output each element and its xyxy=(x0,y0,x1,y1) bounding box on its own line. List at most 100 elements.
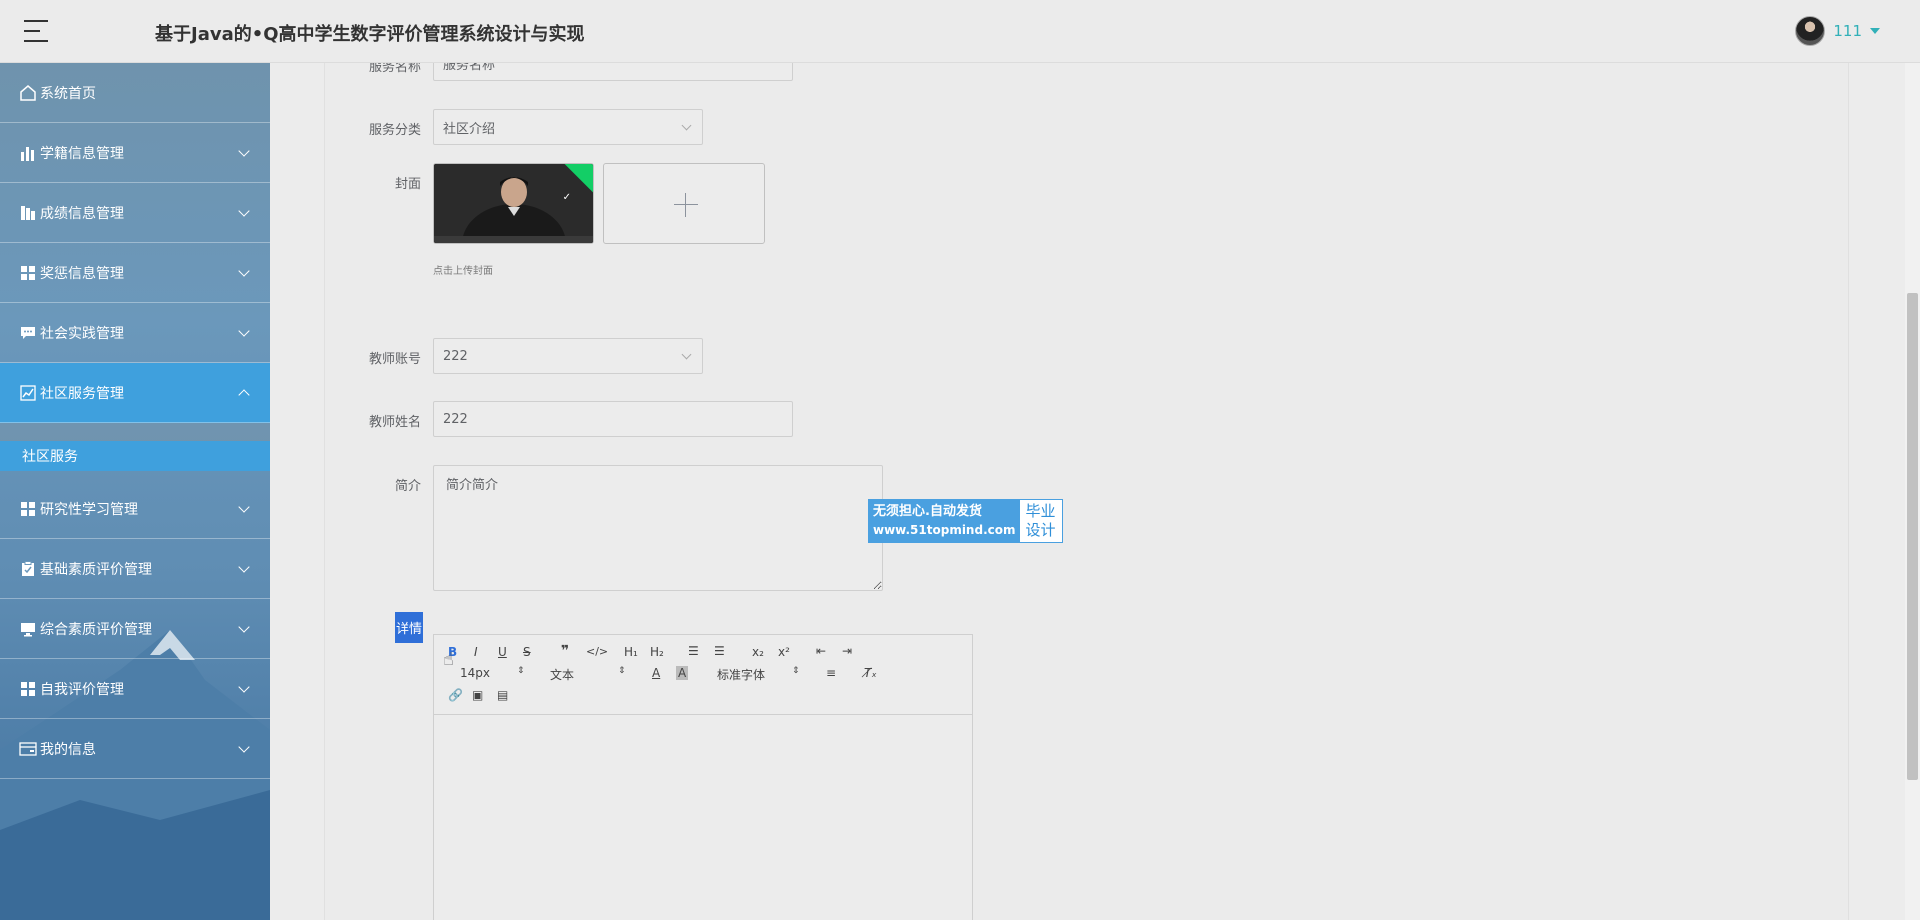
user-menu[interactable]: 111 xyxy=(1795,16,1880,46)
sidebar-item-home[interactable]: 系统首页 xyxy=(0,63,270,123)
menu-toggle-icon[interactable] xyxy=(24,20,50,42)
plus-icon-stroke xyxy=(685,193,686,217)
sidebar-item-research-learning[interactable]: 研究性学习管理 xyxy=(0,479,270,539)
chevron-down-icon xyxy=(238,621,250,633)
sidebar: 系统首页 学籍信息管理 成绩信息管理 奖惩信息管理 社会实践管理 社区服务管理 xyxy=(0,63,270,920)
sidebar-item-label: 系统首页 xyxy=(40,85,96,102)
detail-label: 详情 xyxy=(395,612,423,643)
top-header: 基于Java的•Q高中学生数字评价管理系统设计与实现 111 xyxy=(0,0,1920,63)
video-icon[interactable]: ▤ xyxy=(497,688,508,702)
sidebar-item-label: 社会实践管理 xyxy=(40,325,124,342)
category-select[interactable]: 社区介绍 xyxy=(433,109,703,145)
hand-cursor-icon: ☝ xyxy=(443,649,454,670)
teacher-account-select[interactable]: 222 xyxy=(433,338,703,374)
chevron-down-icon xyxy=(681,120,692,131)
check-icon: ✓ xyxy=(562,192,571,203)
font-size-select[interactable]: 14px xyxy=(460,666,490,680)
chevron-down-icon xyxy=(238,265,250,277)
sidebar-item-community-service[interactable]: 社区服务管理 xyxy=(0,363,270,423)
code-icon[interactable]: </> xyxy=(586,645,608,658)
ad-badge: 毕业 设计 xyxy=(1020,500,1062,542)
chevron-down-icon xyxy=(238,325,250,337)
ad-watermark: 无须担心.自动发货 www.51topmind.com 毕业 设计 xyxy=(868,499,1063,543)
rich-text-editor: B I U S ❞ </> H₁ H₂ ☰ ☰ x₂ x² ⇤ ⇥ 14px ⇕… xyxy=(433,634,973,920)
bullet-list-icon[interactable]: ☰ xyxy=(714,644,725,658)
strike-button[interactable]: S xyxy=(523,645,531,659)
superscript-button[interactable]: x² xyxy=(778,645,790,659)
chevron-up-icon xyxy=(238,389,250,401)
ad-badge-line2: 设计 xyxy=(1025,521,1056,539)
sidebar-item-self-evaluation[interactable]: 自我评价管理 xyxy=(0,659,270,719)
chat-icon xyxy=(18,323,38,343)
chevron-down-icon xyxy=(238,561,250,573)
chevron-down-icon xyxy=(238,205,250,217)
category-value: 社区介绍 xyxy=(443,121,496,137)
main-content: 服务名称 服务名称 服务分类 社区介绍 封面 ✓ 点击上传封面 教师账号 222… xyxy=(270,63,1905,920)
ad-badge-line1: 毕业 xyxy=(1025,502,1056,520)
ordered-list-icon[interactable]: ☰ xyxy=(688,644,699,658)
outdent-icon[interactable]: ⇤ xyxy=(816,644,826,658)
sidebar-subitem-community-service[interactable]: 社区服务 xyxy=(0,441,270,471)
cover-thumbnail[interactable]: ✓ xyxy=(433,163,594,244)
home-icon xyxy=(18,83,38,103)
sidebar-item-label: 研究性学习管理 xyxy=(40,501,138,518)
clipboard-icon xyxy=(18,559,38,579)
updown-icon: ⇕ xyxy=(792,666,800,676)
background-color-button[interactable]: A xyxy=(676,666,689,680)
sidebar-item-label: 综合素质评价管理 xyxy=(40,621,152,638)
plus-icon xyxy=(674,204,698,205)
updown-icon: ⇕ xyxy=(618,666,626,676)
underline-button[interactable]: U xyxy=(498,645,507,659)
user-name[interactable]: 111 xyxy=(1833,22,1862,40)
cover-upload-button[interactable] xyxy=(603,163,765,244)
scrollbar-thumb[interactable] xyxy=(1907,293,1918,780)
intro-textarea[interactable]: 简介简介 xyxy=(433,465,883,591)
link-icon[interactable]: 🔗 xyxy=(448,688,463,702)
clear-format-icon[interactable]: T̸ₓ xyxy=(864,666,877,680)
sidebar-item-comprehensive-quality[interactable]: 综合素质评价管理 xyxy=(0,599,270,659)
teacher-account-value: 222 xyxy=(443,348,468,364)
font-family-select[interactable]: 标准字体 xyxy=(717,666,765,683)
sidebar-item-rewards[interactable]: 奖惩信息管理 xyxy=(0,243,270,303)
blockquote-icon[interactable]: ❞ xyxy=(561,643,569,659)
sidebar-item-label: 我的信息 xyxy=(40,741,96,758)
ad-line2: www.51topmind.com xyxy=(873,523,1016,537)
sidebar-item-label: 社区服务管理 xyxy=(40,385,124,402)
text-type-select[interactable]: 文本 xyxy=(550,666,574,683)
teacher-name-input[interactable]: 222 xyxy=(433,401,793,437)
sidebar-item-label: 学籍信息管理 xyxy=(40,145,124,162)
page-scrollbar[interactable] xyxy=(1905,63,1920,920)
sidebar-menu: 系统首页 学籍信息管理 成绩信息管理 奖惩信息管理 社会实践管理 社区服务管理 xyxy=(0,63,270,779)
ad-text: 无须担心.自动发货 www.51topmind.com xyxy=(869,500,1020,542)
service-name-input[interactable]: 服务名称 xyxy=(433,63,793,81)
subscript-button[interactable]: x₂ xyxy=(752,645,764,659)
sidebar-item-label: 自我评价管理 xyxy=(40,681,124,698)
sidebar-item-student-records[interactable]: 学籍信息管理 xyxy=(0,123,270,183)
avatar[interactable] xyxy=(1795,16,1826,46)
chevron-down-icon xyxy=(238,681,250,693)
caret-down-icon[interactable] xyxy=(1870,28,1880,34)
sidebar-item-my-info[interactable]: 我的信息 xyxy=(0,719,270,779)
editor-toolbar: B I U S ❞ </> H₁ H₂ ☰ ☰ x₂ x² ⇤ ⇥ 14px ⇕… xyxy=(434,635,972,715)
teacher-account-label: 教师账号 xyxy=(368,352,421,367)
sidebar-item-basic-quality[interactable]: 基础素质评价管理 xyxy=(0,539,270,599)
card-icon xyxy=(18,739,38,759)
indent-icon[interactable]: ⇥ xyxy=(842,644,852,658)
sidebar-item-label: 基础素质评价管理 xyxy=(40,561,152,578)
image-icon[interactable]: ▣ xyxy=(472,688,483,702)
font-color-button[interactable]: A xyxy=(652,666,660,680)
chevron-down-icon xyxy=(238,501,250,513)
intro-label: 简介 xyxy=(394,479,421,494)
form-panel: 服务名称 服务名称 服务分类 社区介绍 封面 ✓ 点击上传封面 教师账号 222… xyxy=(324,63,1849,920)
bar-chart-icon xyxy=(18,143,38,163)
italic-button[interactable]: I xyxy=(474,645,478,659)
editor-content-area[interactable] xyxy=(434,715,972,920)
align-icon[interactable]: ≡ xyxy=(826,666,836,680)
sidebar-item-social-practice[interactable]: 社会实践管理 xyxy=(0,303,270,363)
updown-icon: ⇕ xyxy=(517,666,525,676)
sidebar-item-grades[interactable]: 成绩信息管理 xyxy=(0,183,270,243)
h2-button[interactable]: H₂ xyxy=(650,645,664,659)
h1-button[interactable]: H₁ xyxy=(624,645,638,659)
page-title: 基于Java的•Q高中学生数字评价管理系统设计与实现 xyxy=(155,24,585,45)
teacher-name-label: 教师姓名 xyxy=(368,415,421,430)
